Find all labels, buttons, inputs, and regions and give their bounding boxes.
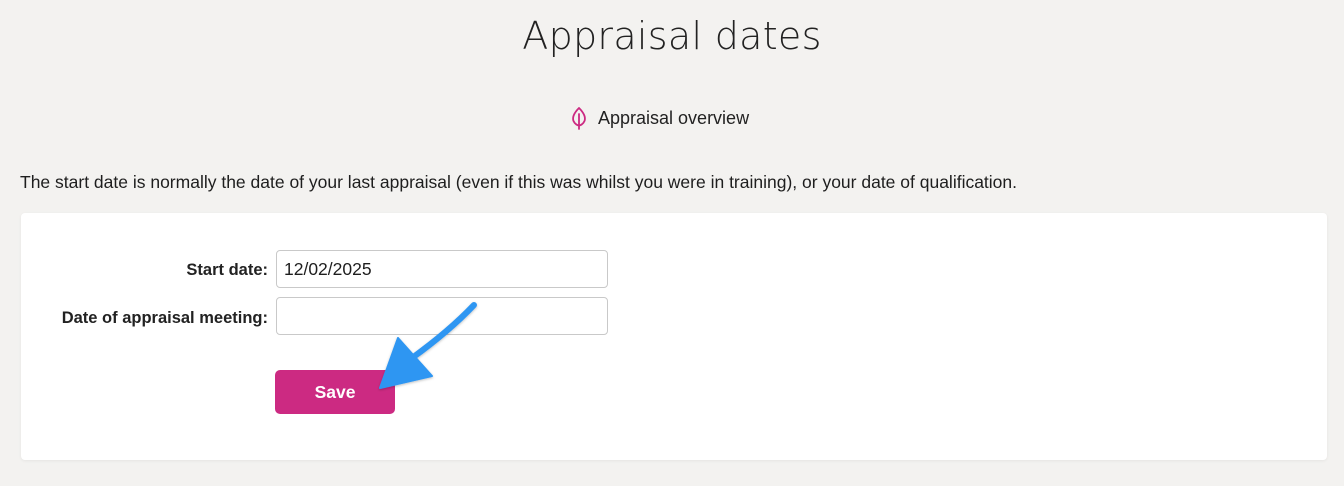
start-date-label: Start date: <box>186 261 268 279</box>
meeting-date-label: Date of appraisal meeting: <box>61 309 268 327</box>
page-title: Appraisal dates <box>522 14 822 58</box>
intro-text: The start date is normally the date of y… <box>20 172 1018 192</box>
appraisal-overview-label: Appraisal overview <box>598 107 750 128</box>
leaf-icon <box>570 106 588 130</box>
start-date-input[interactable] <box>276 250 608 288</box>
appraisal-dates-form <box>21 213 1327 460</box>
appraisal-overview-link[interactable]: Appraisal overview <box>570 106 749 130</box>
meeting-date-input[interactable] <box>276 297 608 335</box>
save-button[interactable]: Save <box>275 370 395 414</box>
